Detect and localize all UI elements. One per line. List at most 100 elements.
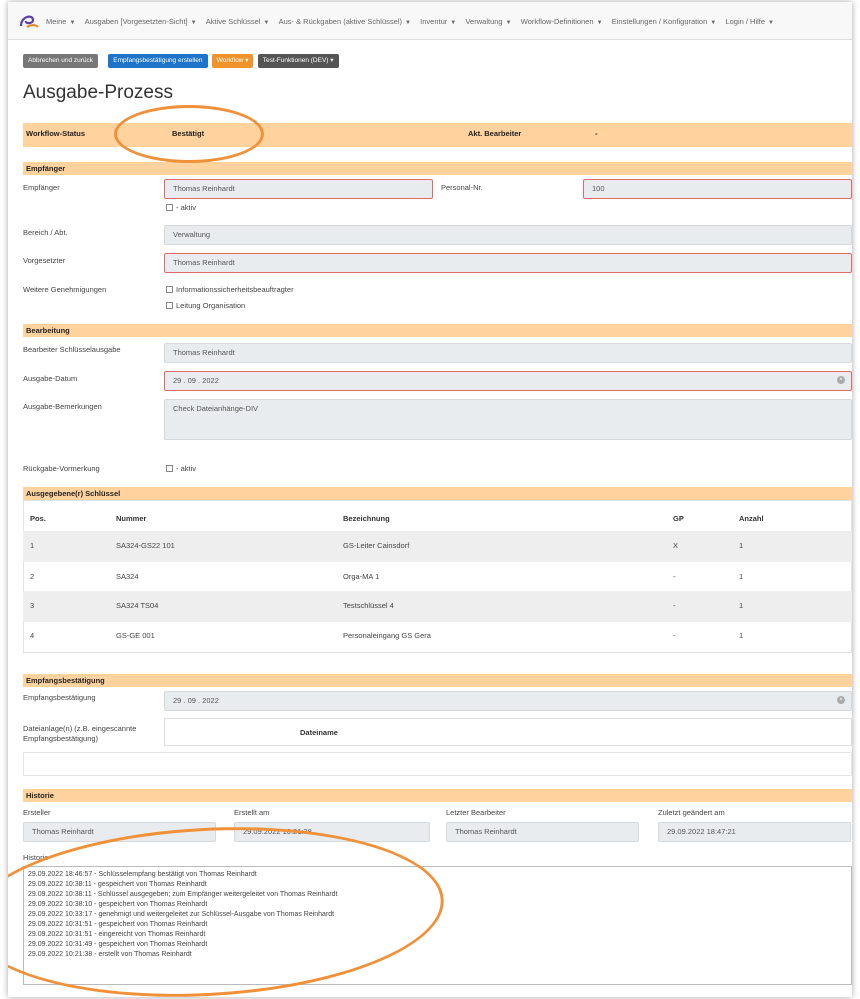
recipient-field[interactable]: Thomas Reinhardt [164,179,433,199]
caret-down-icon: ▼ [710,20,717,26]
nav-item-workflow-definitionen[interactable]: Workflow-Definitionen ▼ [521,17,603,26]
checkbox-icon [166,302,173,309]
table-row[interactable]: 2 SA324 Orga-MA 1 - 1 [23,562,852,593]
action-toolbar: Abbrechen und zurück Empfangsbestätigung… [23,54,341,70]
creator-label: Ersteller [23,808,51,817]
current-editor-value: - [595,129,598,138]
nav-item-inventur[interactable]: Inventur ▼ [420,17,456,26]
cell-pos: 4 [30,631,35,640]
clear-date-icon[interactable]: × [837,376,845,384]
history-entry: 29.09.2022 10:33:17 - genehmigt und weit… [28,911,335,918]
supervisor-label: Vorgesetzter [23,256,66,265]
personal-number-field[interactable]: 100 [583,179,852,199]
recipient-label: Empfänger [23,183,60,192]
clear-date-icon[interactable]: × [837,696,845,704]
last-editor-label: Letzter Bearbeiter [446,808,506,817]
cell-bezeichnung: Personaleingang GS Gera [343,631,431,640]
issue-remarks-label: Ausgabe-Bemerkungen [23,402,102,411]
section-receipt: Empfangsbestätigung [23,674,852,687]
app-window: Meine ▼ Ausgaben [Vorgesetzten-Sicht] ▼ Ak… [8,2,852,997]
caret-down-icon: ▼ [768,20,774,26]
nav-item-meine[interactable]: Meine ▼ [46,17,75,26]
col-nummer: Nummer [116,514,147,523]
caret-down-icon: ▼ [190,20,197,26]
cell-anzahl: 1 [739,601,744,610]
history-entry: 29.09.2022 18:46:57 - Schlüsselempfang b… [28,871,257,878]
col-anzahl: Anzahl [739,514,764,523]
workflow-status-bar: Workflow-Status Bestätigt Akt. Bearbeite… [23,123,852,147]
section-bearbeitung: Bearbeitung [23,324,852,337]
recipient-active-checkbox[interactable]: - aktiv [166,203,196,212]
attachment-table: Dateiname [164,718,852,746]
app-logo-icon[interactable] [18,12,40,30]
key-editor-field[interactable]: Thomas Reinhardt [164,343,852,363]
created-at-label: Erstellt am [234,808,270,817]
issue-date-field[interactable]: 29 . 09 . 2022 × [164,371,852,391]
col-pos: Pos. [30,514,46,523]
section-keys: Ausgegebene(r) Schlüssel [23,487,852,500]
section-history: Historie [23,789,852,802]
cell-gp: X [673,541,679,550]
workflow-dropdown-button[interactable]: Workflow ▾ [211,54,254,68]
checkbox-icon [166,286,173,293]
cell-gp: - [673,601,676,610]
created-at-field[interactable]: 29.09.2022 10:21:38 [234,822,430,842]
approval-leitung-checkbox[interactable]: Leitung Organisation [166,301,245,310]
create-receipt-button[interactable]: Empfangsbestätigung erstellen [108,54,208,68]
cell-bezeichnung: GS-Leiter Cainsdorf [343,541,410,550]
issue-remarks-textarea[interactable]: Check Dateianhänge-DIV [164,399,852,440]
creator-field[interactable]: Thomas Reinhardt [23,822,216,842]
page-title: Ausgabe-Prozess [23,82,173,103]
department-label: Bereich / Abt. [23,228,68,237]
cancel-button[interactable]: Abbrechen und zurück [23,54,99,68]
approval-infosec-checkbox[interactable]: Informationssicherheitsbeauftragter [166,285,294,294]
issue-date-label: Ausgabe-Datum [23,374,78,383]
nav-item-aus-rueckgaben[interactable]: Aus- & Rückgaben (aktive Schlüssel) ▼ [279,17,411,26]
return-reservation-checkbox[interactable]: - aktiv [166,464,196,473]
nav-menu: Meine ▼ Ausgaben [Vorgesetzten-Sicht] ▼ Ak… [46,17,781,26]
nav-item-verwaltung[interactable]: Verwaltung ▼ [465,17,511,26]
caret-down-icon: ▼ [450,20,457,26]
cell-pos: 2 [30,572,35,581]
history-list[interactable]: 29.09.2022 18:46:57 - Schlüsselempfang b… [23,866,852,985]
history-entry: 29.09.2022 10:38:11 - gespeichert von Th… [28,881,207,888]
cell-pos: 3 [30,601,35,610]
modified-at-label: Zuletzt geändert am [658,808,725,817]
caret-down-icon: ▼ [404,20,411,26]
receipt-label: Empfangsbestätigung [23,693,96,702]
caret-down-icon: ▼ [505,20,512,26]
supervisor-field[interactable]: Thomas Reinhardt [164,253,852,273]
receipt-date-field[interactable]: 29 . 09 . 2022 × [164,691,852,711]
personal-number-label: Personal-Nr. [441,183,483,192]
last-editor-field[interactable]: Thomas Reinhardt [446,822,639,842]
cell-gp: - [673,631,676,640]
workflow-status-value: Bestätigt [172,129,205,138]
caret-down-icon: ▾ [245,57,249,64]
history-entry: 29.09.2022 10:31:49 - gespeichert von Th… [28,941,208,948]
top-navbar: Meine ▼ Ausgaben [Vorgesetzten-Sicht] ▼ Ak… [8,2,852,40]
nav-item-login-hilfe[interactable]: Login / Hilfe ▼ [725,17,774,26]
filename-header: Dateiname [300,728,338,737]
attachment-label: Dateianlage(n) (z.B. eingescannte Empfan… [23,724,137,743]
cell-nummer: SA324-GS22 101 [116,541,175,550]
table-row[interactable]: 1 SA324-GS22 101 GS-Leiter Cainsdorf X 1 [23,531,852,562]
cell-bezeichnung: Testschlüssel 4 [343,601,394,610]
nav-item-aktive-schluessel[interactable]: Aktive Schlüssel ▼ [206,17,270,26]
history-list-label: Historie [23,853,49,862]
history-entry: 29.09.2022 10:21:38 - erstellt von Thoma… [28,951,192,958]
checkbox-icon [166,204,173,211]
nav-item-einstellungen[interactable]: Einstellungen / Konfiguration ▼ [612,17,716,26]
table-row[interactable]: 3 SA324 TS04 Testschlüssel 4 - 1 [23,591,852,622]
cell-nummer: GS-GE 001 [116,631,155,640]
caret-down-icon: ▼ [263,20,270,26]
cell-anzahl: 1 [739,572,744,581]
test-functions-dropdown-button[interactable]: Test-Funktionen (DEV) ▾ [257,54,339,68]
nav-item-ausgaben[interactable]: Ausgaben [Vorgesetzten-Sicht] ▼ [85,17,197,26]
section-empfaenger: Empfänger [23,162,852,175]
department-field[interactable]: Verwaltung [164,225,852,245]
table-row[interactable]: 4 GS-GE 001 Personaleingang GS Gera - 1 [23,621,852,652]
col-gp: GP [673,514,684,523]
approvals-label: Weitere Genehmigungen [23,285,107,294]
modified-at-field[interactable]: 29.09.2022 18:47:21 [658,822,851,842]
cell-anzahl: 1 [739,631,744,640]
